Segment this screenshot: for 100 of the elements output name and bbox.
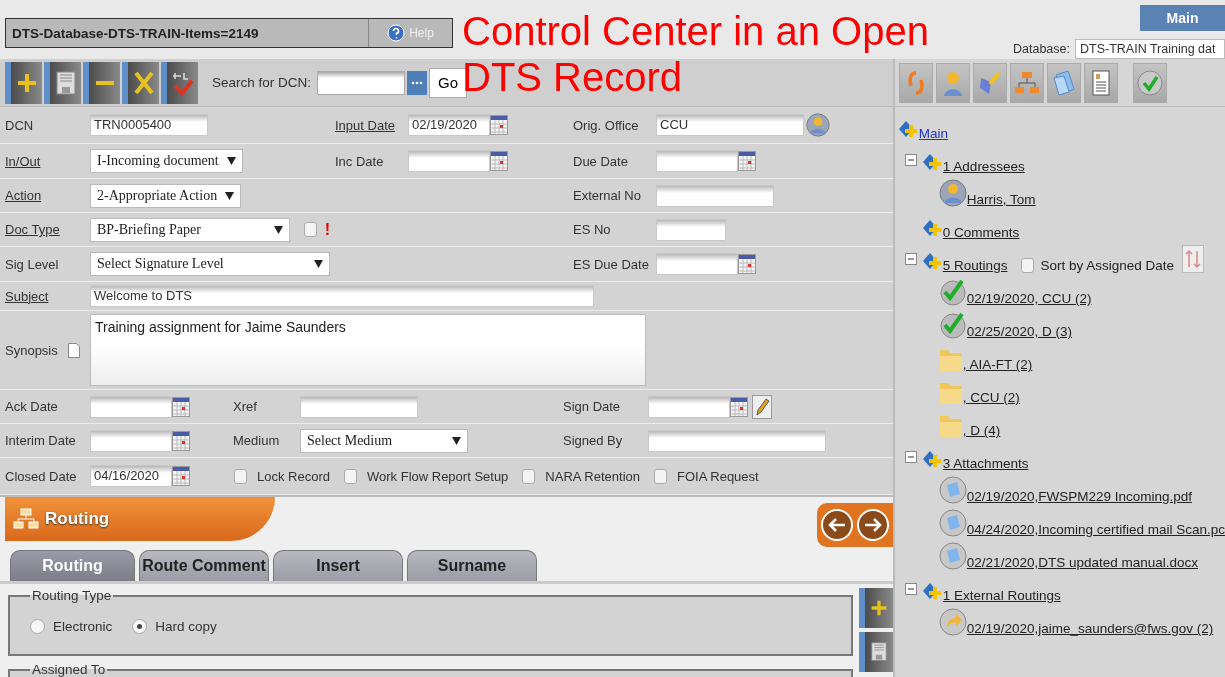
calendar-button[interactable] [172,430,190,451]
collapse-toggle[interactable] [904,154,917,166]
calendar-button[interactable] [730,396,748,417]
date-field[interactable] [648,395,730,418]
date-field[interactable] [656,150,738,172]
text-field[interactable]: TRN0005400 [90,114,208,136]
checkbox[interactable] [303,222,317,237]
add-button[interactable] [858,588,893,628]
database-label: Database: [1013,42,1070,56]
documents-button[interactable] [1046,62,1081,103]
date-field[interactable]: 02/19/2020 [408,114,490,136]
document-icon [1091,69,1110,96]
checkbox[interactable] [344,468,357,484]
select-field[interactable]: 2-Appropriate Action [90,183,242,208]
tree-link[interactable]: 3 Attachments [942,456,1029,471]
date-field[interactable] [408,150,490,172]
calendar-button[interactable] [490,115,508,135]
field-label[interactable]: Subject [0,288,49,304]
field-label[interactable]: Doc Type [0,222,60,237]
text-field[interactable] [656,218,726,241]
tree-link[interactable]: 1 External Routings [942,588,1061,603]
date-field[interactable] [90,395,172,418]
person-button[interactable] [935,62,970,103]
tree-link[interactable]: 0 Comments [942,225,1020,240]
tree-link[interactable]: Harris, Tom [966,192,1036,207]
date-field[interactable] [90,429,172,452]
tab[interactable]: Insert [273,550,403,581]
note-icon[interactable] [67,342,80,358]
select-field[interactable]: Select Medium [300,428,468,453]
document-button[interactable] [1083,62,1118,103]
pencil-button[interactable] [752,394,772,419]
back-button[interactable] [820,509,853,541]
main-button[interactable]: Main [1140,5,1225,31]
select-field[interactable]: I-Incoming document [90,149,243,173]
calendar-button[interactable] [738,254,756,274]
tree-link[interactable]: 02/19/2020,jaime_saunders@fws.gov (2) [966,621,1214,636]
tree-link[interactable]: 1 Addressees [942,159,1025,174]
tree-link[interactable]: , D (4) [962,423,1001,438]
text-field[interactable] [656,184,774,207]
checkbox[interactable] [522,468,536,484]
caret-icon [226,157,236,165]
collapse-toggle[interactable] [904,583,917,595]
add-button[interactable] [5,61,42,104]
select-field[interactable]: Select Signature Level [90,252,330,276]
browse-button[interactable] [407,70,428,95]
delete-button[interactable] [122,61,159,104]
plus-icon [870,599,889,617]
text-field[interactable]: CCU [656,114,804,136]
remove-button[interactable] [83,61,120,104]
collapse-toggle[interactable] [904,253,917,265]
tree-link[interactable]: 02/19/2020,FWSPM229 Incoming.pdf [966,489,1192,504]
spellcheck-button[interactable] [161,61,198,104]
tab[interactable]: Surname [407,550,537,581]
field-label[interactable]: Input Date [330,117,395,133]
date-field[interactable] [656,253,738,275]
documents-icon [1051,68,1076,97]
save-button[interactable] [858,632,893,672]
text-field[interactable] [648,429,826,452]
radio-button[interactable] [132,619,148,634]
brush-icon [977,69,1002,96]
sort-button[interactable] [1181,245,1204,273]
calendar-button[interactable] [172,466,190,486]
tree-link[interactable]: 02/25/2020, D (3) [966,324,1072,339]
calendar-button[interactable] [738,151,756,171]
search-field[interactable] [317,70,406,95]
refresh-button[interactable] [898,62,933,103]
select-field[interactable]: BP-Briefing Paper [90,217,290,242]
checkbox[interactable] [234,468,247,484]
org-chart-button[interactable] [1009,62,1044,103]
tree-link[interactable]: 02/21/2020,DTS updated manual.docx [966,555,1198,570]
checkbox-label: Lock Record [257,468,330,484]
field-label: Ack Date [4,399,58,414]
synopsis-field[interactable]: Training assignment for Jaime Saunders [90,314,646,386]
complete-button[interactable] [1132,62,1167,103]
forward-button[interactable] [856,509,889,541]
checkbox[interactable] [654,468,668,484]
calendar-button[interactable] [172,396,190,417]
sort-label: Sort by Assigned Date [1040,258,1174,273]
database-field[interactable]: DTS-TRAIN Training dat [1075,39,1225,59]
text-field[interactable] [300,395,418,418]
tree-link[interactable]: 04/24/2020,Incoming certified mail Scan.pc [966,522,1225,537]
tab[interactable]: Route Comment [139,550,269,581]
radio-label: Hard copy [155,619,217,634]
field-label[interactable]: In/Out [0,153,41,169]
edit-button[interactable] [972,62,1007,103]
save-button[interactable] [44,61,81,104]
caret-icon [452,436,461,445]
radio-button[interactable] [30,619,45,634]
calendar-button[interactable] [490,151,508,171]
tree-link[interactable]: , AIA-FT (2) [962,357,1033,372]
text-field[interactable]: Welcome to DTS [90,285,594,307]
tree-link[interactable]: , CCU (2) [962,390,1020,405]
tree-link[interactable]: Main [918,126,949,141]
collapse-toggle[interactable] [904,451,917,463]
date-field[interactable]: 04/16/2020 [90,465,172,487]
tree-link[interactable]: 5 Routings [942,258,1008,273]
checkbox[interactable] [1021,258,1035,273]
field-label: Synopsis [4,342,58,358]
tree-link[interactable]: 02/19/2020, CCU (2) [966,291,1092,306]
field-label[interactable]: Action [0,188,42,203]
